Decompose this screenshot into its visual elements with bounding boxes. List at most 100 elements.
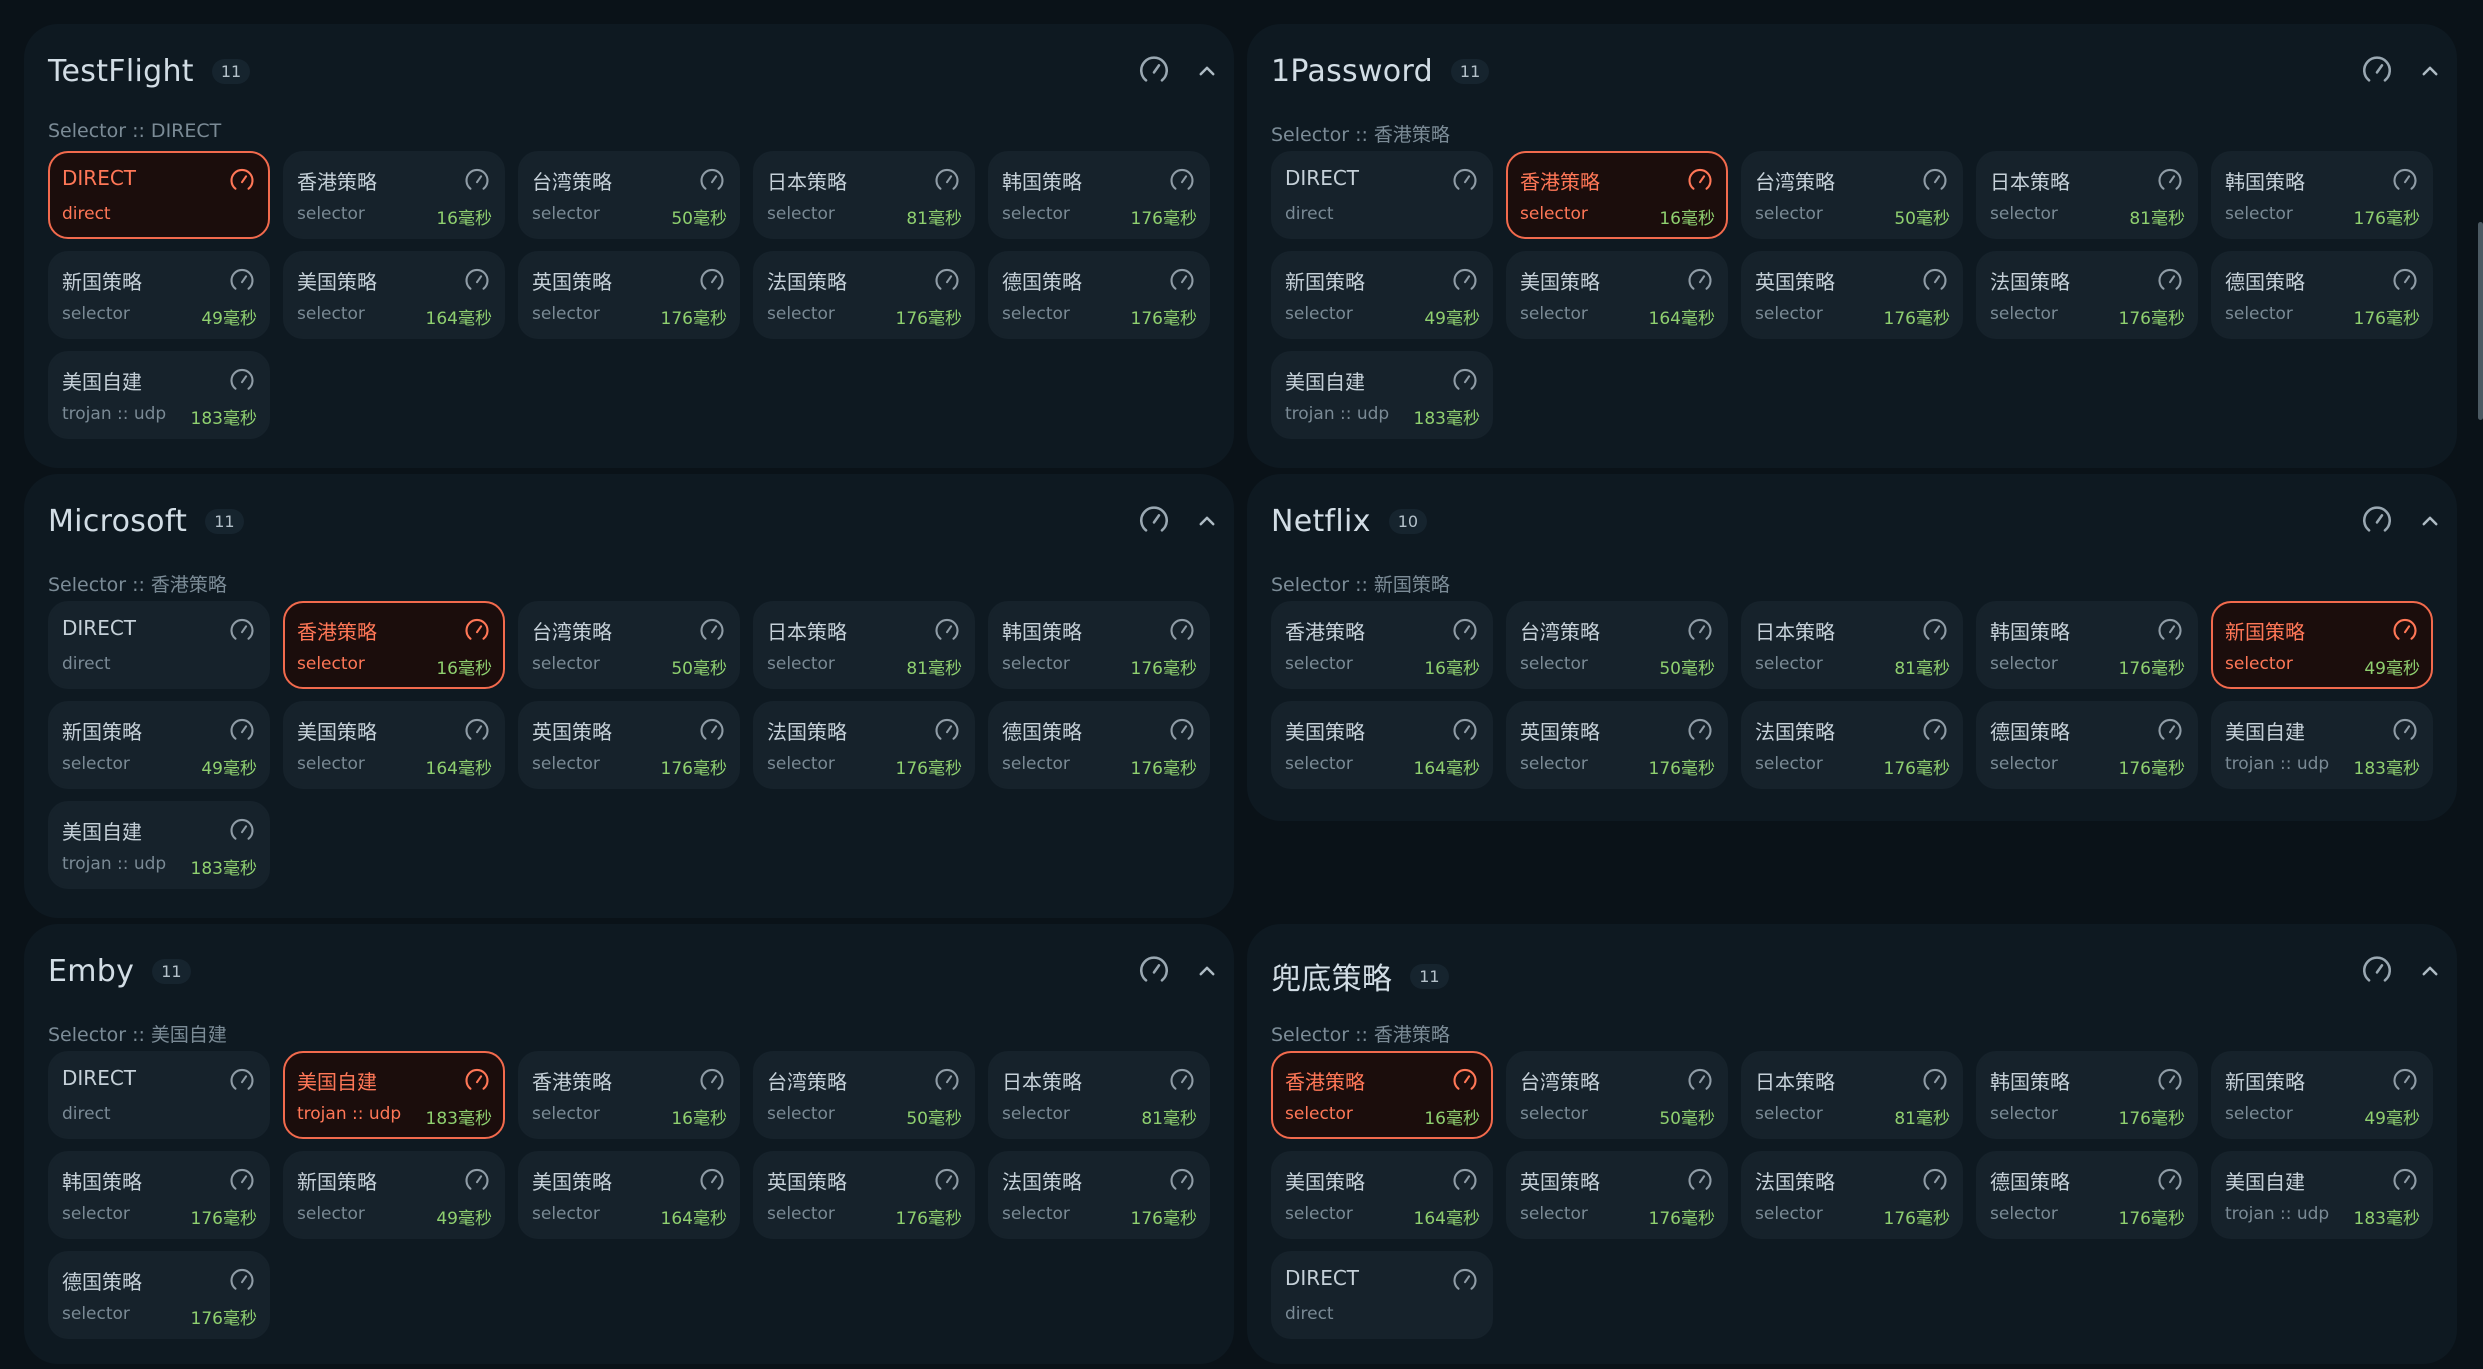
proxy-card[interactable]: 德国策略 selector 176毫秒 bbox=[48, 1251, 270, 1339]
latency-test-button[interactable] bbox=[1686, 717, 1714, 745]
collapse-group-button[interactable] bbox=[1192, 506, 1222, 536]
latency-test-button[interactable] bbox=[1451, 1267, 1479, 1295]
speedometer-icon[interactable] bbox=[698, 1167, 726, 1195]
latency-test-button[interactable] bbox=[2156, 167, 2184, 195]
latency-test-button[interactable] bbox=[1168, 267, 1196, 295]
proxy-card[interactable]: 新国策略 selector 49毫秒 bbox=[48, 701, 270, 789]
collapse-group-button[interactable] bbox=[2415, 506, 2445, 536]
proxy-card[interactable]: 香港策略 selector 16毫秒 bbox=[283, 151, 505, 239]
speedometer-icon[interactable] bbox=[2391, 617, 2419, 645]
latency-test-button[interactable] bbox=[698, 1067, 726, 1095]
speedometer-icon[interactable] bbox=[463, 267, 491, 295]
chevron-up-icon[interactable] bbox=[2415, 506, 2445, 536]
proxy-card[interactable]: 德国策略 selector 176毫秒 bbox=[2211, 251, 2433, 339]
latency-test-button[interactable] bbox=[933, 717, 961, 745]
proxy-card-selected[interactable]: 香港策略 selector 16毫秒 bbox=[283, 601, 505, 689]
proxy-card[interactable]: 美国策略 selector 164毫秒 bbox=[1506, 251, 1728, 339]
latency-test-button[interactable] bbox=[228, 1267, 256, 1295]
speedometer-icon[interactable] bbox=[698, 167, 726, 195]
proxy-card[interactable]: 韩国策略 selector 176毫秒 bbox=[2211, 151, 2433, 239]
proxy-card[interactable]: 日本策略 selector 81毫秒 bbox=[1741, 1051, 1963, 1139]
latency-test-button[interactable] bbox=[2391, 1167, 2419, 1195]
latency-test-button[interactable] bbox=[1921, 717, 1949, 745]
speedometer-icon[interactable] bbox=[698, 267, 726, 295]
latency-test-button[interactable] bbox=[463, 717, 491, 745]
proxy-card[interactable]: 韩国策略 selector 176毫秒 bbox=[988, 601, 1210, 689]
latency-test-button[interactable] bbox=[1686, 167, 1714, 195]
speedometer-icon[interactable] bbox=[1921, 1067, 1949, 1095]
proxy-card[interactable]: 德国策略 selector 176毫秒 bbox=[1976, 701, 2198, 789]
speedometer-icon[interactable] bbox=[2391, 267, 2419, 295]
speedometer-icon[interactable] bbox=[1451, 617, 1479, 645]
latency-test-button[interactable] bbox=[1921, 1167, 1949, 1195]
latency-test-button[interactable] bbox=[463, 167, 491, 195]
speedometer-icon[interactable] bbox=[1921, 167, 1949, 195]
latency-test-button[interactable] bbox=[1168, 167, 1196, 195]
group-header[interactable]: 兜底策略 11 bbox=[1271, 954, 1449, 998]
latency-test-button[interactable] bbox=[228, 1067, 256, 1095]
proxy-card[interactable]: 台湾策略 selector 50毫秒 bbox=[518, 601, 740, 689]
speedometer-icon[interactable] bbox=[228, 1167, 256, 1195]
proxy-card-selected[interactable]: 香港策略 selector 16毫秒 bbox=[1271, 1051, 1493, 1139]
group-header[interactable]: Microsoft 11 bbox=[48, 504, 244, 539]
collapse-group-button[interactable] bbox=[1192, 56, 1222, 86]
latency-test-button[interactable] bbox=[698, 167, 726, 195]
proxy-card[interactable]: 美国自建 trojan :: udp 183毫秒 bbox=[1271, 351, 1493, 439]
speedometer-icon[interactable] bbox=[1168, 617, 1196, 645]
proxy-card[interactable]: 韩国策略 selector 176毫秒 bbox=[1976, 1051, 2198, 1139]
latency-test-button[interactable] bbox=[2391, 617, 2419, 645]
latency-test-button[interactable] bbox=[2156, 617, 2184, 645]
proxy-card[interactable]: DIRECT direct bbox=[48, 1051, 270, 1139]
proxy-card[interactable]: 美国策略 selector 164毫秒 bbox=[283, 251, 505, 339]
latency-test-button[interactable] bbox=[463, 617, 491, 645]
chevron-up-icon[interactable] bbox=[2415, 956, 2445, 986]
proxy-card[interactable]: 美国自建 trojan :: udp 183毫秒 bbox=[2211, 701, 2433, 789]
proxy-card[interactable]: 英国策略 selector 176毫秒 bbox=[753, 1151, 975, 1239]
speedometer-icon[interactable] bbox=[1921, 717, 1949, 745]
latency-test-button[interactable] bbox=[228, 367, 256, 395]
proxy-card[interactable]: 美国自建 trojan :: udp 183毫秒 bbox=[48, 801, 270, 889]
latency-test-button[interactable] bbox=[698, 717, 726, 745]
proxy-card[interactable]: 美国策略 selector 164毫秒 bbox=[1271, 701, 1493, 789]
proxy-card[interactable]: 法国策略 selector 176毫秒 bbox=[1741, 1151, 1963, 1239]
proxy-card[interactable]: 新国策略 selector 49毫秒 bbox=[2211, 1051, 2433, 1139]
latency-test-button[interactable] bbox=[228, 817, 256, 845]
speedometer-icon[interactable] bbox=[1451, 367, 1479, 395]
latency-test-button[interactable] bbox=[1686, 617, 1714, 645]
speedometer-icon[interactable] bbox=[933, 1067, 961, 1095]
proxy-card[interactable]: 美国自建 trojan :: udp 183毫秒 bbox=[48, 351, 270, 439]
proxy-card[interactable]: 德国策略 selector 176毫秒 bbox=[988, 701, 1210, 789]
proxy-card[interactable]: 台湾策略 selector 50毫秒 bbox=[1506, 601, 1728, 689]
chevron-up-icon[interactable] bbox=[2415, 56, 2445, 86]
speedometer-icon[interactable] bbox=[2391, 167, 2419, 195]
speedometer-icon[interactable] bbox=[1686, 267, 1714, 295]
speedometer-icon[interactable] bbox=[1168, 167, 1196, 195]
latency-test-button[interactable] bbox=[1686, 267, 1714, 295]
group-header[interactable]: TestFlight 11 bbox=[48, 54, 251, 89]
proxy-card[interactable]: 香港策略 selector 16毫秒 bbox=[1271, 601, 1493, 689]
speedometer-icon[interactable] bbox=[698, 617, 726, 645]
latency-test-button[interactable] bbox=[1451, 167, 1479, 195]
speedometer-icon[interactable] bbox=[228, 267, 256, 295]
latency-test-button[interactable] bbox=[2156, 267, 2184, 295]
latency-test-button[interactable] bbox=[1686, 1167, 1714, 1195]
latency-test-button[interactable] bbox=[933, 267, 961, 295]
latency-test-button[interactable] bbox=[228, 267, 256, 295]
proxy-card[interactable]: 新国策略 selector 49毫秒 bbox=[1271, 251, 1493, 339]
latency-test-button[interactable] bbox=[1168, 717, 1196, 745]
latency-test-button[interactable] bbox=[2156, 717, 2184, 745]
proxy-card[interactable]: 美国策略 selector 164毫秒 bbox=[518, 1151, 740, 1239]
proxy-card[interactable]: 美国自建 trojan :: udp 183毫秒 bbox=[2211, 1151, 2433, 1239]
latency-test-button[interactable] bbox=[1451, 1067, 1479, 1095]
speedometer-icon[interactable] bbox=[1686, 1167, 1714, 1195]
proxy-card[interactable]: 台湾策略 selector 50毫秒 bbox=[753, 1051, 975, 1139]
speedometer-icon[interactable] bbox=[1921, 617, 1949, 645]
latency-test-button[interactable] bbox=[933, 1067, 961, 1095]
latency-test-button[interactable] bbox=[933, 617, 961, 645]
speedometer-icon[interactable] bbox=[1137, 54, 1171, 88]
speedometer-icon[interactable] bbox=[1921, 1167, 1949, 1195]
proxy-card-selected[interactable]: DIRECT direct bbox=[48, 151, 270, 239]
speedometer-icon[interactable] bbox=[1168, 1167, 1196, 1195]
proxy-card[interactable]: 台湾策略 selector 50毫秒 bbox=[518, 151, 740, 239]
proxy-card[interactable]: 英国策略 selector 176毫秒 bbox=[1506, 701, 1728, 789]
